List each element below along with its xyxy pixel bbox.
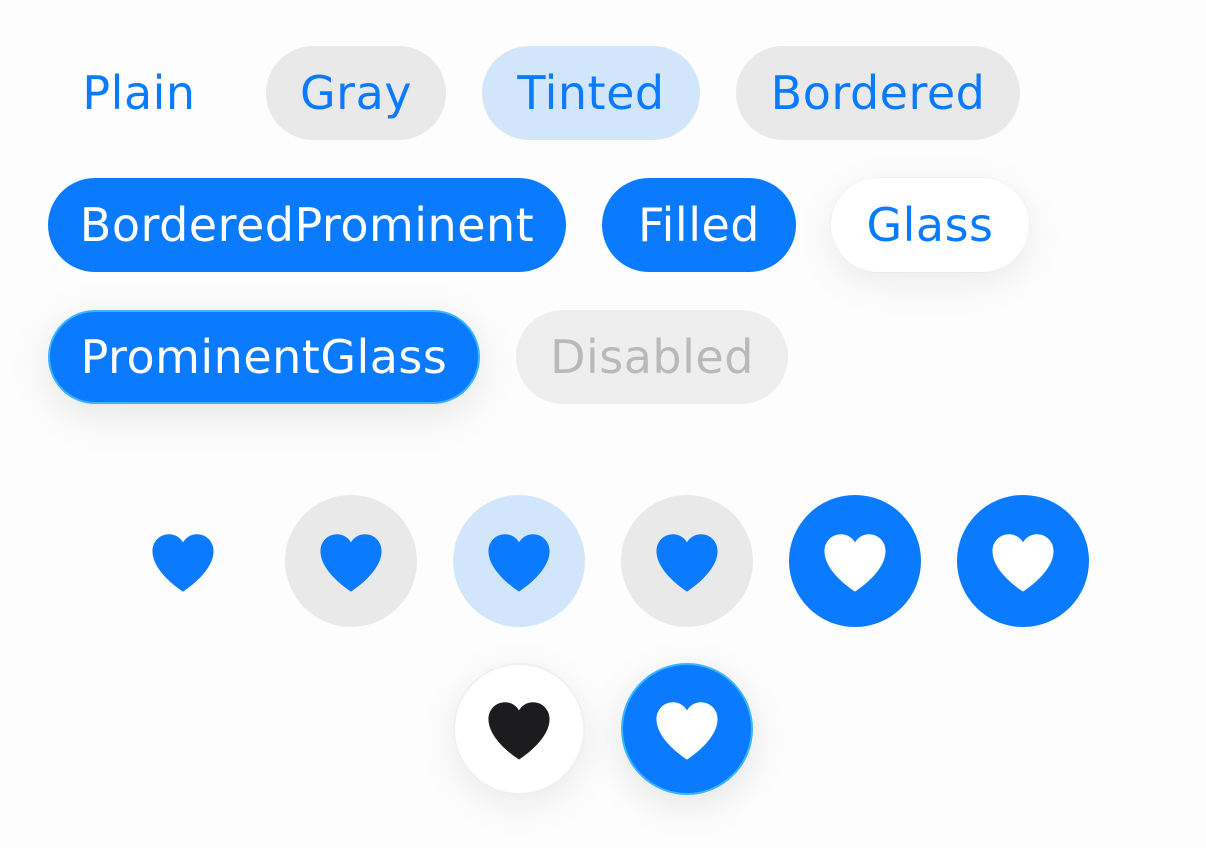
heart-icon	[656, 702, 718, 760]
prominent-glass-button[interactable]: ProminentGlass	[48, 310, 480, 404]
plain-button[interactable]: Plain	[48, 46, 230, 140]
bordered-button[interactable]: Bordered	[736, 46, 1020, 140]
gray-button[interactable]: Gray	[266, 46, 446, 140]
tinted-icon-button[interactable]	[453, 495, 585, 627]
tinted-button[interactable]: Tinted	[482, 46, 700, 140]
disabled-button: Disabled	[516, 310, 788, 404]
prominent-glass-icon-button[interactable]	[621, 663, 753, 795]
heart-icon	[152, 534, 214, 592]
heart-icon	[656, 534, 718, 592]
heart-icon	[824, 534, 886, 592]
bordered-icon-button[interactable]	[621, 495, 753, 627]
glass-icon-button[interactable]	[453, 663, 585, 795]
gray-icon-button[interactable]	[285, 495, 417, 627]
button-styles-showcase: Plain Gray Tinted Bordered BorderedPromi…	[0, 0, 1206, 848]
glass-button[interactable]: Glass	[831, 178, 1029, 272]
heart-icon	[488, 702, 550, 760]
bordered-prominent-button[interactable]: BorderedProminent	[48, 178, 566, 272]
filled-icon-button[interactable]	[957, 495, 1089, 627]
bordered-prominent-icon-button[interactable]	[789, 495, 921, 627]
heart-icon	[992, 534, 1054, 592]
filled-button[interactable]: Filled	[602, 178, 796, 272]
heart-icon	[320, 534, 382, 592]
plain-icon-button[interactable]	[117, 495, 249, 627]
heart-icon	[488, 534, 550, 592]
